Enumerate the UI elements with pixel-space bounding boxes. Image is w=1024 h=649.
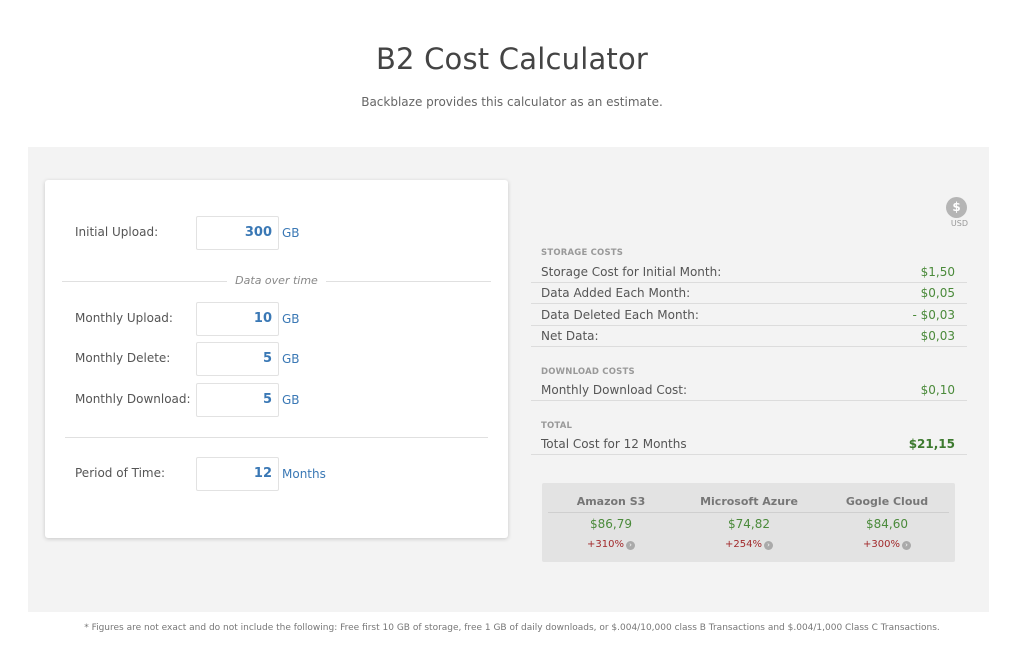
competitor-name: Amazon S3 [576, 495, 646, 508]
input-card: Initial Upload: 300 GB Data over time Mo… [45, 180, 508, 538]
monthly-download-unit: GB [282, 393, 300, 407]
monthly-upload-unit: GB [282, 312, 300, 326]
initial-upload-unit: GB [282, 226, 300, 240]
monthly-delete-input[interactable]: 5 [196, 342, 279, 376]
info-icon[interactable]: › [901, 541, 911, 550]
monthly-delete-unit: GB [282, 352, 300, 366]
total-label: Total Cost for 12 Months [541, 437, 687, 451]
total-heading: TOTAL [541, 421, 573, 431]
monthly-upload-label: Monthly Upload: [75, 311, 173, 325]
competitor-price: $74,82 [728, 517, 770, 531]
info-icon[interactable]: › [763, 541, 773, 550]
total-row: Total Cost for 12 Months $21,15 [531, 434, 967, 455]
cost-row-value: - $0,03 [912, 308, 956, 322]
page-title: B2 Cost Calculator [375, 42, 649, 76]
monthly-delete-label: Monthly Delete: [75, 351, 171, 365]
storage-costs-heading: STORAGE COSTS [541, 248, 624, 258]
cost-row-value: $0,10 [920, 383, 955, 397]
cost-row-label: Data Added Each Month: [541, 286, 691, 300]
monthly-download-input[interactable]: 5 [196, 383, 279, 417]
period-unit: Months [282, 467, 326, 481]
cost-row: Data Added Each Month: $0,05 [531, 283, 967, 304]
monthly-upload-input[interactable]: 10 [196, 302, 279, 336]
footnote: * Figures are not exact and do not inclu… [84, 623, 940, 633]
monthly-download-label: Monthly Download: [75, 392, 191, 406]
competitor-price: $84,60 [866, 517, 908, 531]
competitor-percent[interactable]: +300% › [818, 539, 956, 550]
cost-row-label: Data Deleted Each Month: [541, 308, 699, 322]
competitor-price: $86,79 [590, 517, 632, 531]
data-over-time-label: Data over time [227, 274, 326, 287]
comparison-divider [548, 512, 949, 513]
info-icon[interactable]: › [625, 541, 635, 550]
competitor-percent-text: +300% [863, 539, 900, 550]
cost-row-label: Storage Cost for Initial Month: [541, 265, 722, 279]
download-costs-heading: DOWNLOAD COSTS [541, 367, 635, 377]
cost-row: Storage Cost for Initial Month: $1,50 [531, 262, 967, 283]
cost-row-value: $0,05 [920, 286, 955, 300]
dollar-icon[interactable]: $ [946, 197, 967, 218]
initial-upload-input[interactable]: 300 [196, 216, 279, 250]
cost-row: Monthly Download Cost: $0,10 [531, 380, 967, 401]
period-label: Period of Time: [75, 466, 166, 480]
page-subtitle: Backblaze provides this calculator as an… [361, 95, 663, 109]
cost-row-value: $0,03 [920, 329, 955, 343]
cost-row: Data Deleted Each Month: - $0,03 [531, 305, 967, 326]
period-input[interactable]: 12 [196, 457, 279, 491]
competitor-percent[interactable]: +254% › [680, 539, 818, 550]
competitor-percent-text: +310% [587, 539, 624, 550]
cost-row: Net Data: $0,03 [531, 326, 967, 347]
period-divider [65, 437, 488, 438]
competitor-percent[interactable]: +310% › [542, 539, 680, 550]
competitor-name: Google Cloud [845, 495, 929, 508]
cost-row-label: Monthly Download Cost: [541, 383, 688, 397]
currency-label: USD [950, 219, 968, 228]
competitor-percent-text: +254% [725, 539, 762, 550]
competitor-name: Microsoft Azure [700, 495, 798, 508]
cost-row-value: $1,50 [920, 265, 955, 279]
initial-upload-label: Initial Upload: [75, 225, 159, 239]
competitor-comparison: Amazon S3 $86,79 +310% › Microsoft Azure … [542, 483, 955, 562]
cost-row-label: Net Data: [541, 329, 599, 343]
total-value: $21,15 [908, 437, 955, 451]
